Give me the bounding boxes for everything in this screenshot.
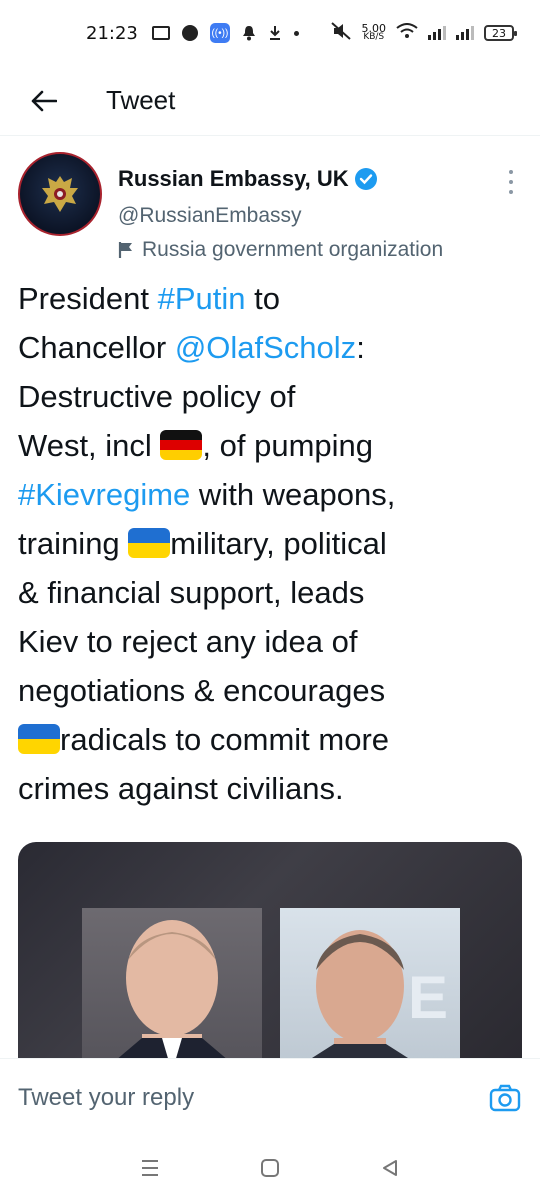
battery-indicator: 23 xyxy=(484,25,517,41)
text-span: to xyxy=(245,281,280,316)
avatar[interactable] xyxy=(18,152,102,236)
signal-icon xyxy=(428,26,446,40)
tweet-media-image[interactable]: E xyxy=(18,842,522,1072)
messenger-icon xyxy=(181,24,198,42)
back-button[interactable] xyxy=(22,79,66,123)
tweet-line: West, incl , of pumping xyxy=(18,421,523,470)
ukraine-flag-icon xyxy=(128,528,171,558)
more-notifications-icon xyxy=(293,24,299,42)
camera-button[interactable] xyxy=(488,1083,522,1113)
germany-flag-icon xyxy=(160,430,203,460)
reply-input[interactable]: Tweet your reply xyxy=(18,1084,488,1112)
government-label-text: Russia government organization xyxy=(142,238,444,261)
text-span: with weapons, xyxy=(190,477,396,512)
author-name[interactable]: Russian Embassy, UK xyxy=(118,166,377,192)
tweet-line: President #Putin to xyxy=(18,274,523,323)
more-dots-icon xyxy=(509,170,513,174)
system-nav-bar xyxy=(0,1136,540,1200)
text-span: West, incl xyxy=(18,428,161,463)
flag-icon xyxy=(118,242,132,258)
home-button[interactable] xyxy=(255,1153,285,1183)
text-span: military, political xyxy=(170,526,387,561)
verified-badge-icon xyxy=(354,168,377,190)
camera-icon xyxy=(489,1084,521,1111)
tweet-line: Chancellor @OlafScholz: xyxy=(18,323,523,372)
text-span: President xyxy=(18,281,158,316)
tweet: Russian Embassy, UK @RussianEmbassy Russ… xyxy=(0,140,540,1072)
tweet-text: President #Putin to Chancellor @OlafScho… xyxy=(18,274,523,813)
coat-of-arms-icon xyxy=(42,176,78,212)
more-options-button[interactable] xyxy=(506,170,516,194)
reply-bar: Tweet your reply xyxy=(0,1058,540,1136)
back-triangle-icon xyxy=(383,1160,397,1176)
status-bar: 21:23 ((•)) 5.00 KB/S 23 xyxy=(0,0,540,66)
author-name-text: Russian Embassy, UK xyxy=(118,166,349,191)
recent-apps-button[interactable] xyxy=(135,1153,165,1183)
text-span: Chancellor xyxy=(18,330,175,365)
signal-icon-2 xyxy=(456,26,474,40)
download-icon xyxy=(268,24,282,42)
portrait-left xyxy=(82,908,262,1072)
text-span: , of pumping xyxy=(202,428,374,463)
tweet-line: #Kievregime with weapons, xyxy=(18,470,523,519)
tweet-line: training military, political xyxy=(18,519,523,568)
mention-olafscholz-link[interactable]: @OlafScholz xyxy=(175,330,356,365)
ukraine-flag-icon xyxy=(18,724,60,754)
svg-text:E: E xyxy=(408,964,448,1031)
hashtag-putin-link[interactable]: #Putin xyxy=(158,281,246,316)
mute-icon xyxy=(330,21,352,45)
menu-icon xyxy=(142,1160,158,1176)
hashtag-kievregime-link[interactable]: #Kievregime xyxy=(18,477,190,512)
tweet-line: negotiations & encourages xyxy=(18,673,386,708)
page-title: Tweet xyxy=(106,85,176,115)
author-handle[interactable]: @RussianEmbassy xyxy=(118,204,302,228)
tweet-line: crimes against civilians. xyxy=(18,771,344,806)
wifi-icon xyxy=(396,22,418,44)
text-span: : xyxy=(356,330,365,365)
tweet-line: Destructive policy of xyxy=(18,379,296,414)
tweet-line: & financial support, leads xyxy=(18,575,365,610)
home-square-icon xyxy=(261,1159,279,1177)
app-header: Tweet xyxy=(0,66,540,136)
notification-bell-icon xyxy=(242,24,256,42)
status-time: 21:23 xyxy=(86,22,138,44)
government-label[interactable]: Russia government organization xyxy=(118,238,443,262)
net-speed: 5.00 KB/S xyxy=(362,23,387,42)
tweet-author-row: Russian Embassy, UK @RussianEmbassy Russ… xyxy=(0,140,540,270)
broadcast-icon: ((•)) xyxy=(209,23,230,43)
text-span: radicals to commit more xyxy=(60,722,390,757)
tweet-line: radicals to commit more xyxy=(18,715,523,764)
tweet-line: Kiev to reject any idea of xyxy=(18,624,358,659)
system-back-button[interactable] xyxy=(375,1153,405,1183)
back-arrow-icon xyxy=(31,90,57,111)
screen-icon xyxy=(151,24,170,42)
net-speed-unit: KB/S xyxy=(363,32,385,42)
portrait-right: E xyxy=(280,908,460,1072)
text-span: training xyxy=(18,526,129,561)
